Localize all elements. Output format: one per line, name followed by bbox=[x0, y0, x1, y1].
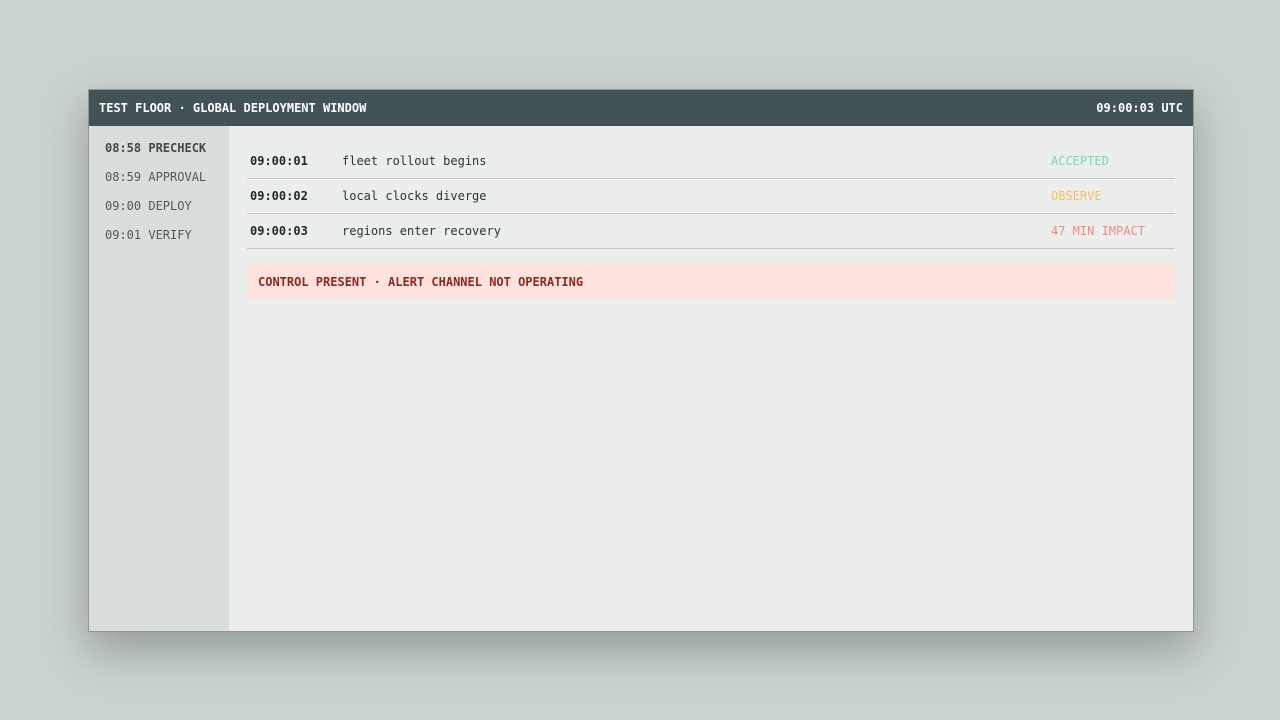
alert-text: CONTROL PRESENT · ALERT CHANNEL NOT OPER… bbox=[258, 274, 584, 289]
event-description: regions enter recovery bbox=[342, 224, 501, 238]
event-log: 09:00:01 fleet rollout begins ACCEPTED 0… bbox=[229, 126, 1193, 631]
title-bar: TEST FLOOR · GLOBAL DEPLOYMENT WINDOW 09… bbox=[89, 90, 1193, 126]
sidebar-item-verify[interactable]: 09:01 VERIFY bbox=[89, 223, 229, 252]
alert-banner: CONTROL PRESENT · ALERT CHANNEL NOT OPER… bbox=[247, 264, 1175, 299]
phase-sidebar: 08:58 PRECHECK 08:59 APPROVAL 09:00 DEPL… bbox=[89, 126, 229, 631]
event-status: 47 MIN IMPACT bbox=[1051, 224, 1145, 238]
sidebar-item-deploy[interactable]: 09:00 DEPLOY bbox=[89, 194, 229, 223]
deployment-window: TEST FLOOR · GLOBAL DEPLOYMENT WINDOW 09… bbox=[88, 89, 1194, 632]
event-time: 09:00:03 bbox=[250, 224, 308, 238]
event-row: 09:00:02 local clocks diverge OBSERVE bbox=[247, 179, 1175, 214]
event-time: 09:00:02 bbox=[250, 189, 308, 203]
event-row: 09:00:01 fleet rollout begins ACCEPTED bbox=[247, 144, 1175, 179]
sidebar-item-approval[interactable]: 08:59 APPROVAL bbox=[89, 165, 229, 194]
sidebar-item-precheck[interactable]: 08:58 PRECHECK bbox=[89, 136, 229, 165]
event-status: OBSERVE bbox=[1051, 189, 1102, 203]
window-title: TEST FLOOR · GLOBAL DEPLOYMENT WINDOW bbox=[99, 101, 367, 115]
event-description: fleet rollout begins bbox=[342, 154, 487, 168]
event-description: local clocks diverge bbox=[342, 189, 487, 203]
event-row: 09:00:03 regions enter recovery 47 MIN I… bbox=[247, 214, 1175, 249]
event-time: 09:00:01 bbox=[250, 154, 308, 168]
utc-clock: 09:00:03 UTC bbox=[1096, 101, 1183, 115]
event-status: ACCEPTED bbox=[1051, 154, 1109, 168]
